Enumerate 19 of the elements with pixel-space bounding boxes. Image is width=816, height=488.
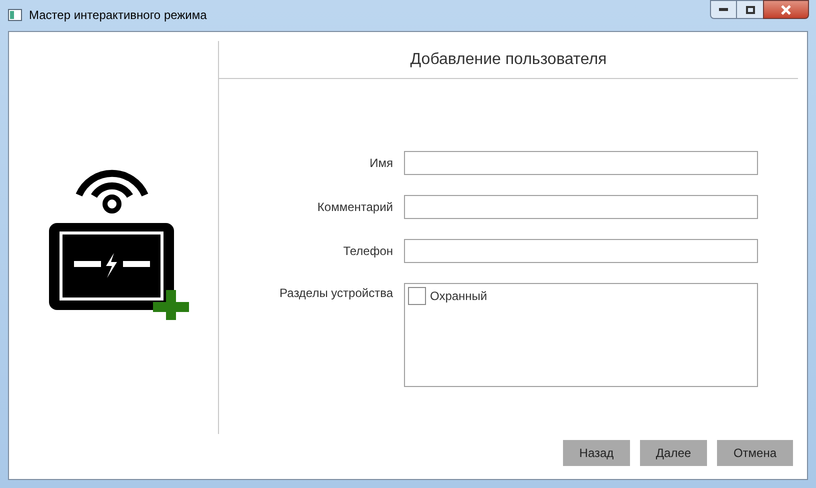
- field-label: Разделы устройства: [278, 285, 394, 302]
- wizard-button[interactable]: Отмена: [717, 440, 793, 466]
- input-field[interactable]: [404, 195, 758, 219]
- maximize-button[interactable]: [737, 0, 763, 19]
- input-field[interactable]: [404, 151, 758, 175]
- field-label: Комментарий: [316, 199, 394, 216]
- close-button[interactable]: [763, 0, 809, 19]
- field-label: Телефон: [342, 243, 394, 260]
- close-icon: [780, 4, 792, 14]
- wizard-button[interactable]: Назад: [563, 440, 630, 466]
- checkbox-label: Охранный: [430, 288, 488, 305]
- app-icon: [8, 9, 22, 21]
- input-field[interactable]: [404, 239, 758, 263]
- checkbox[interactable]: [408, 287, 426, 305]
- page-heading: Добавление пользователя: [410, 50, 607, 70]
- minimize-button[interactable]: [710, 0, 737, 19]
- field-label: Имя: [368, 155, 394, 172]
- window-title: Мастер интерактивного режима: [29, 7, 207, 24]
- wizard-button[interactable]: Далее: [640, 440, 707, 466]
